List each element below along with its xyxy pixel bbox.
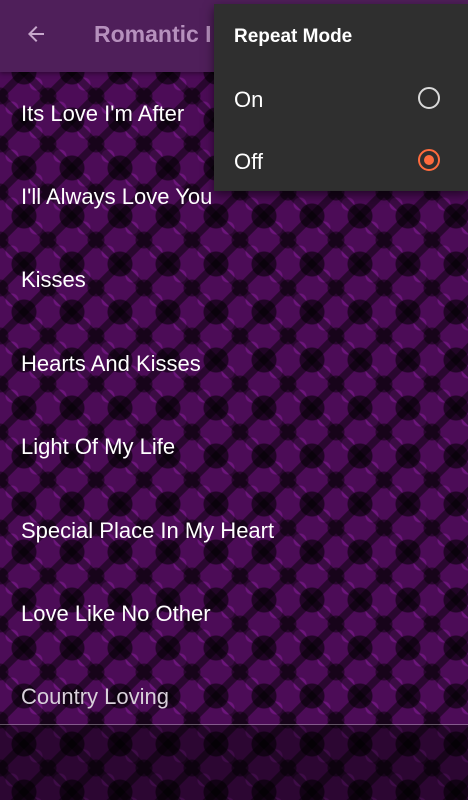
song-list-item[interactable]: Special Place In My Heart <box>0 489 468 572</box>
page-title: Romantic I <box>94 21 212 47</box>
repeat-mode-menu: Repeat Mode On Off <box>214 4 468 191</box>
repeat-off-label: Off <box>234 149 263 174</box>
song-list-item[interactable]: Light Of My Life <box>0 406 468 489</box>
song-list-item[interactable]: Love Like No Other <box>0 572 468 655</box>
repeat-on-label: On <box>234 87 264 112</box>
bottom-shade <box>0 725 468 800</box>
repeat-on-radio[interactable] <box>418 87 440 109</box>
repeat-on-option[interactable]: On <box>214 68 468 130</box>
menu-header: Repeat Mode <box>234 26 353 47</box>
repeat-off-radio[interactable] <box>418 149 440 171</box>
back-button[interactable] <box>16 14 56 54</box>
music-player-screen: Romantic I Its Love I'm After I'll Alway… <box>0 0 468 800</box>
repeat-off-option[interactable]: Off <box>214 130 468 192</box>
song-list-item[interactable]: Kisses <box>0 239 468 322</box>
song-list-item[interactable]: Hearts And Kisses <box>0 322 468 405</box>
arrow-left-icon <box>28 26 44 42</box>
